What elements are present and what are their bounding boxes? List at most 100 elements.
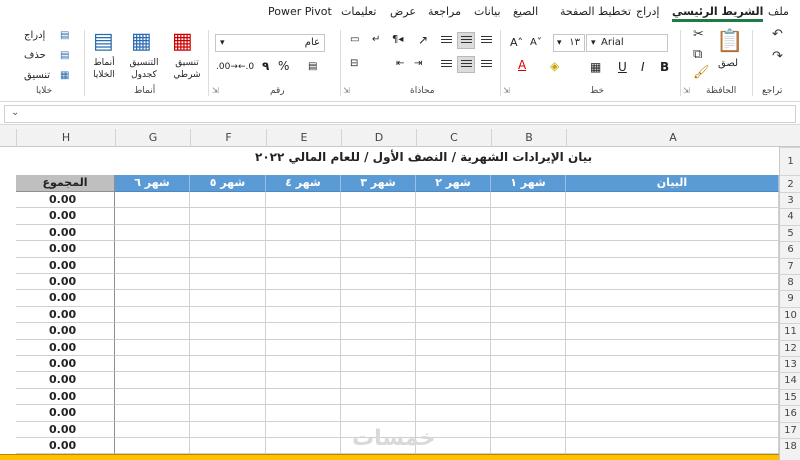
- month-cell[interactable]: [416, 388, 491, 406]
- month-cell[interactable]: [115, 388, 190, 406]
- month-cell[interactable]: [266, 339, 341, 356]
- month-cell[interactable]: [341, 274, 416, 291]
- month-cell[interactable]: [266, 372, 341, 389]
- row-header-14[interactable]: 14: [780, 372, 800, 388]
- header-statement[interactable]: البيان: [566, 175, 779, 192]
- text-direction-icon[interactable]: ¶◂: [392, 34, 403, 46]
- month-cell[interactable]: [190, 323, 266, 340]
- month-cell[interactable]: [491, 208, 566, 225]
- formula-input[interactable]: ⌄: [4, 105, 796, 123]
- month-cell[interactable]: [341, 257, 416, 274]
- total-cell[interactable]: 0.00: [16, 290, 115, 307]
- month-cell[interactable]: [190, 356, 266, 373]
- month-cell[interactable]: [115, 339, 190, 356]
- bold-icon[interactable]: B: [660, 61, 669, 73]
- month-cell[interactable]: [115, 421, 190, 438]
- statement-cell[interactable]: [566, 323, 779, 340]
- delete-cells-button[interactable]: حذف: [24, 50, 46, 62]
- column-header-h[interactable]: H: [16, 129, 115, 147]
- total-cell[interactable]: 0.00: [16, 224, 115, 242]
- month-cell[interactable]: [266, 257, 341, 274]
- statement-cell[interactable]: [566, 388, 779, 406]
- month-cell[interactable]: [266, 405, 341, 422]
- total-cell[interactable]: 0.00: [16, 241, 115, 258]
- month-cell[interactable]: [115, 192, 190, 209]
- month-cell[interactable]: [266, 241, 341, 258]
- conditional-format-button[interactable]: تنسيق شرطي: [171, 57, 203, 81]
- month-cell[interactable]: [341, 208, 416, 225]
- month-cell[interactable]: [416, 241, 491, 258]
- format-table-icon[interactable]: ▦: [131, 30, 152, 54]
- header-month-6[interactable]: شهر ٦: [115, 175, 190, 192]
- month-cell[interactable]: [190, 388, 266, 406]
- row-header-11[interactable]: 11: [780, 323, 800, 339]
- menu-home[interactable]: الشريط الرئيسي: [672, 5, 764, 22]
- alignment-launcher-icon[interactable]: ⇲: [343, 86, 350, 95]
- outdent-icon[interactable]: ⇤: [396, 58, 404, 70]
- column-header-a[interactable]: A: [566, 129, 779, 147]
- month-cell[interactable]: [416, 274, 491, 291]
- table-title[interactable]: بيان الإيرادات الشهرية / النصف الأول / ل…: [255, 150, 592, 164]
- orientation-icon[interactable]: ↗: [418, 34, 428, 46]
- statement-cell[interactable]: [566, 356, 779, 373]
- month-cell[interactable]: [266, 388, 341, 406]
- menu-view[interactable]: عرض: [390, 5, 416, 18]
- month-cell[interactable]: [491, 290, 566, 307]
- month-cell[interactable]: [341, 339, 416, 356]
- number-launcher-icon[interactable]: ⇲: [212, 86, 219, 95]
- row-header-3[interactable]: 3: [780, 192, 800, 208]
- month-cell[interactable]: [190, 208, 266, 225]
- month-cell[interactable]: [491, 438, 566, 455]
- month-cell[interactable]: [491, 306, 566, 324]
- month-cell[interactable]: [341, 192, 416, 209]
- font-size-box[interactable]: ▾ ١٣: [553, 34, 585, 52]
- statement-cell[interactable]: [566, 405, 779, 422]
- month-cell[interactable]: [115, 290, 190, 307]
- menu-power-pivot[interactable]: Power Pivot: [268, 5, 332, 18]
- statement-cell[interactable]: [566, 438, 779, 455]
- statement-cell[interactable]: [566, 241, 779, 258]
- month-cell[interactable]: [190, 405, 266, 422]
- month-cell[interactable]: [115, 224, 190, 242]
- statement-cell[interactable]: [566, 208, 779, 225]
- row-header-6[interactable]: 6: [780, 241, 800, 257]
- total-row[interactable]: [0, 454, 779, 460]
- menu-help[interactable]: تعليمات: [341, 5, 376, 18]
- total-cell[interactable]: 0.00: [16, 257, 115, 274]
- month-cell[interactable]: [190, 339, 266, 356]
- row-header-13[interactable]: 13: [780, 356, 800, 372]
- month-cell[interactable]: [266, 421, 341, 438]
- month-cell[interactable]: [416, 323, 491, 340]
- format-cells-icon[interactable]: ▦: [60, 70, 69, 82]
- underline-icon[interactable]: U: [618, 61, 627, 73]
- merge-icon[interactable]: ▭: [350, 34, 359, 46]
- menu-insert[interactable]: إدراج: [636, 5, 659, 18]
- increase-decimal-icon[interactable]: ←.0: [238, 61, 254, 73]
- column-header-b[interactable]: B: [491, 129, 566, 147]
- cell-styles-button[interactable]: أنماط الخلايا: [88, 57, 120, 81]
- copy-icon[interactable]: ⧉: [693, 48, 702, 62]
- font-color-icon[interactable]: A: [518, 59, 526, 71]
- column-header-g[interactable]: G: [115, 129, 190, 147]
- fill-color-icon[interactable]: ◈: [550, 60, 559, 72]
- header-total[interactable]: المجموع: [16, 175, 115, 192]
- align-bottom-button[interactable]: [437, 32, 455, 49]
- statement-cell[interactable]: [566, 224, 779, 242]
- month-cell[interactable]: [115, 323, 190, 340]
- italic-icon[interactable]: I: [641, 61, 645, 73]
- delete-cells-icon[interactable]: ▤: [60, 50, 69, 62]
- menu-data[interactable]: بيانات: [474, 5, 501, 18]
- decrease-decimal-icon[interactable]: .00→: [216, 61, 238, 73]
- clipboard-launcher-icon[interactable]: ⇲: [683, 86, 690, 95]
- total-cell[interactable]: 0.00: [16, 274, 115, 291]
- header-month-3[interactable]: شهر ٣: [341, 175, 416, 192]
- undo-icon[interactable]: ↶: [772, 28, 783, 42]
- total-cell[interactable]: 0.00: [16, 405, 115, 422]
- month-cell[interactable]: [266, 274, 341, 291]
- row-header-2[interactable]: 2: [780, 175, 800, 192]
- row-header-8[interactable]: 8: [780, 274, 800, 290]
- statement-cell[interactable]: [566, 421, 779, 438]
- cell-styles-icon[interactable]: ▤: [93, 30, 114, 54]
- month-cell[interactable]: [491, 356, 566, 373]
- month-cell[interactable]: [190, 274, 266, 291]
